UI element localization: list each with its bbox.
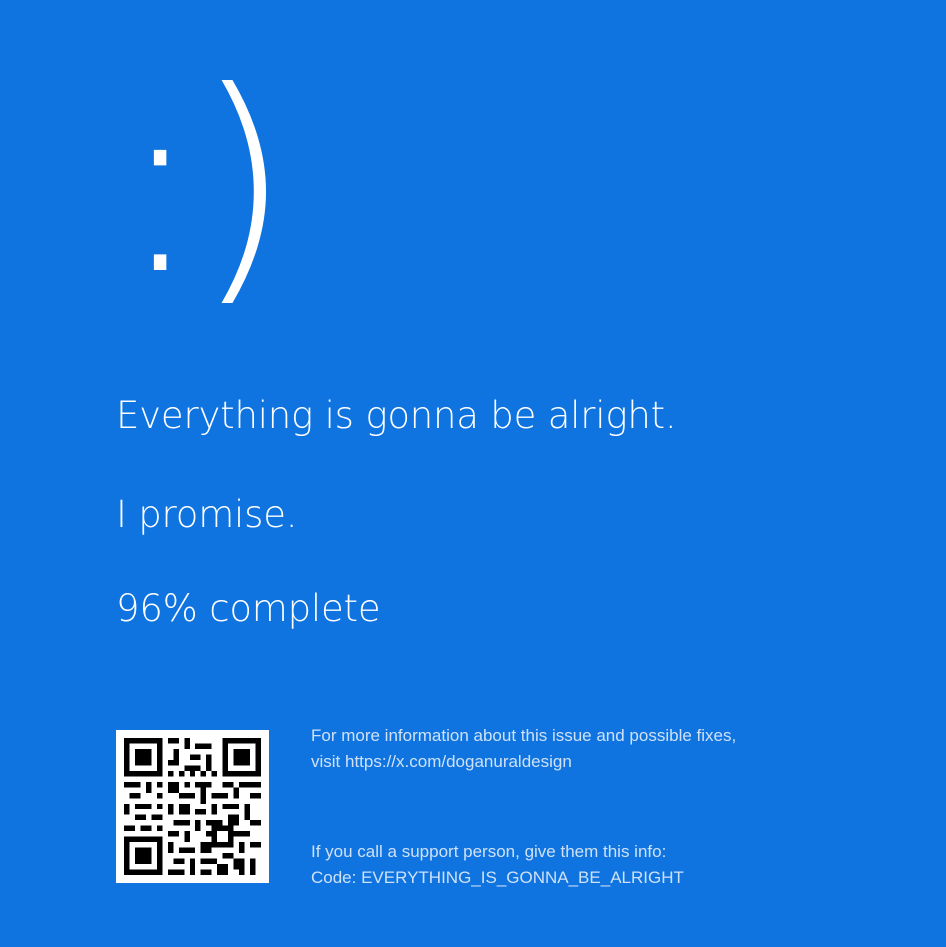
smiley-emoticon: :)	[118, 38, 292, 329]
qr-code-graphic	[124, 738, 261, 875]
support-info-text: If you call a support person, give them …	[311, 839, 684, 891]
qr-code-icon	[116, 730, 269, 883]
stop-code: Code: EVERYTHING_IS_GONNA_BE_ALRIGHT	[311, 868, 684, 887]
status-message: Everything is gonna be alright.	[116, 394, 677, 437]
more-info-line: For more information about this issue an…	[311, 726, 737, 745]
more-info-url: visit https://x.com/doganuraldesign	[311, 752, 572, 771]
progress-text: 96% complete	[116, 587, 381, 630]
support-info-line: If you call a support person, give them …	[311, 842, 667, 861]
promise-message: I promise.	[116, 493, 298, 536]
more-info-text: For more information about this issue an…	[311, 723, 736, 775]
